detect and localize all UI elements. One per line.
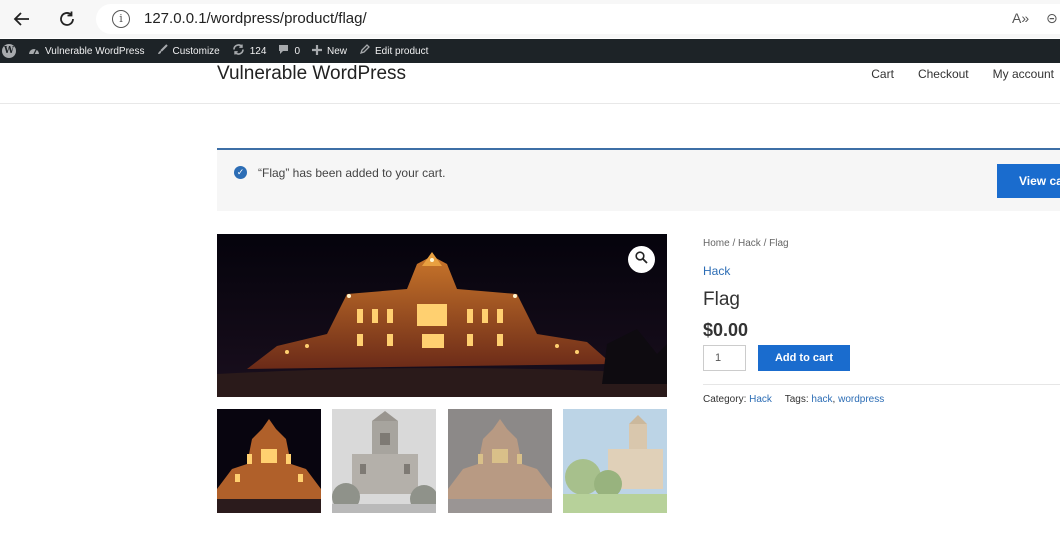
new-label: New <box>327 45 348 57</box>
category-link[interactable]: Hack <box>703 264 730 278</box>
gallery-thumbnail[interactable] <box>332 409 436 513</box>
site-header: Vulnerable WordPress Cart Checkout My ac… <box>0 63 1060 104</box>
product-main-image[interactable] <box>217 234 667 397</box>
comments-link[interactable]: 0 <box>272 39 306 63</box>
product-title: Flag <box>703 289 740 310</box>
category-label: Category: <box>703 394 747 405</box>
menu-item-cart[interactable]: Cart <box>871 67 894 81</box>
site-name-link[interactable]: Vulnerable WordPress <box>22 39 151 63</box>
read-aloud-icon[interactable]: A» <box>1012 10 1029 26</box>
customize-link[interactable]: Customize <box>151 39 226 63</box>
edit-product-label: Edit product <box>375 45 429 57</box>
brush-icon <box>157 44 168 58</box>
add-to-cart-button[interactable]: Add to cart <box>758 345 850 371</box>
updates-icon <box>232 44 245 58</box>
plus-icon <box>312 44 322 58</box>
notice-message: “Flag” has been added to your cart. <box>258 166 446 180</box>
thumbnail-building-tower <box>332 409 436 513</box>
tag-link-hack[interactable]: hack <box>811 394 832 405</box>
thumbnail-building-park <box>563 409 667 513</box>
zoom-out-icon[interactable]: ⊝ <box>1046 10 1058 27</box>
cart-notice: ✓ “Flag” has been added to your cart. Vi… <box>217 148 1060 211</box>
customize-label: Customize <box>172 45 220 57</box>
address-bar[interactable]: i 127.0.0.1/wordpress/product/flag/ A» ⊝ <box>96 4 1060 34</box>
back-arrow-icon[interactable] <box>10 7 34 31</box>
thumbnail-palace-faded <box>448 409 552 513</box>
gallery-thumbnail[interactable] <box>563 409 667 513</box>
wp-admin-bar: W Vulnerable WordPress Customize 124 0 N… <box>0 39 1060 63</box>
category-value-link[interactable]: Hack <box>749 394 772 405</box>
new-content-link[interactable]: New <box>306 39 353 63</box>
gallery-thumbnail[interactable] <box>448 409 552 513</box>
divider <box>703 384 1060 385</box>
zoom-icon[interactable] <box>628 246 655 273</box>
menu-item-my-account[interactable]: My account <box>993 67 1054 81</box>
site-title[interactable]: Vulnerable WordPress <box>217 63 406 85</box>
tags-label: Tags: <box>784 394 809 405</box>
tag-link-wordpress[interactable]: wordpress <box>838 394 884 405</box>
product-meta: Category: Hack Tags: hack, wordpress <box>703 394 885 405</box>
site-name-label: Vulnerable WordPress <box>45 45 145 57</box>
reload-icon[interactable] <box>55 7 79 31</box>
site-info-icon[interactable]: i <box>112 10 130 28</box>
wordpress-icon: W <box>2 44 16 58</box>
primary-menu: Cart Checkout My account <box>847 67 1054 81</box>
view-cart-button[interactable]: View cart <box>997 164 1060 198</box>
check-icon: ✓ <box>234 166 247 179</box>
menu-item-checkout[interactable]: Checkout <box>918 67 969 81</box>
dashboard-icon <box>28 45 40 58</box>
pencil-icon <box>359 44 370 58</box>
comments-count: 0 <box>294 45 300 57</box>
breadcrumb[interactable]: Home / Hack / Flag <box>703 238 789 249</box>
product-price: $0.00 <box>703 320 749 340</box>
url-text[interactable]: 127.0.0.1/wordpress/product/flag/ <box>144 10 367 27</box>
comment-icon <box>278 44 289 58</box>
browser-toolbar: i 127.0.0.1/wordpress/product/flag/ A» ⊝ <box>0 0 1060 38</box>
palace-night-image <box>217 234 667 397</box>
gallery-thumbnail[interactable] <box>217 409 321 513</box>
thumbnail-palace-night <box>217 409 321 513</box>
wordpress-logo-button[interactable]: W <box>0 39 22 63</box>
quantity-input[interactable]: 1 <box>703 345 746 371</box>
edit-product-link[interactable]: Edit product <box>353 39 434 63</box>
updates-link[interactable]: 124 <box>226 39 273 63</box>
updates-count: 124 <box>249 45 267 57</box>
